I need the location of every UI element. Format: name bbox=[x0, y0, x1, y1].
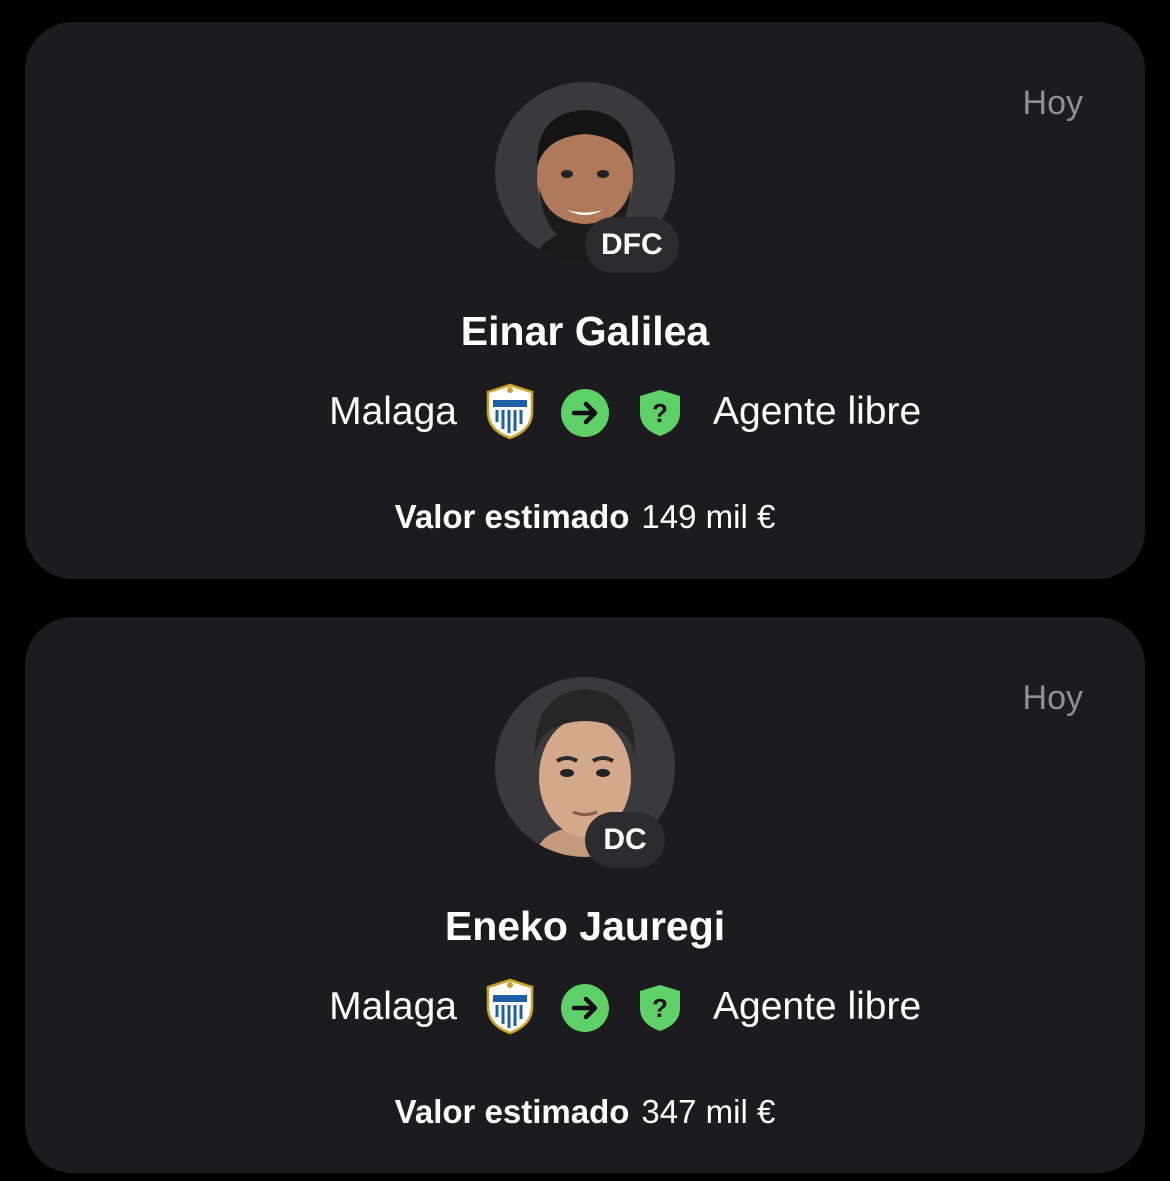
player-name[interactable]: Einar Galilea bbox=[25, 308, 1145, 355]
malaga-crest-icon[interactable] bbox=[483, 382, 537, 440]
to-team-name[interactable]: Agente libre bbox=[713, 390, 921, 434]
from-team-name[interactable]: Malaga bbox=[329, 985, 457, 1029]
value-label: Valor estimado bbox=[394, 498, 630, 535]
arrow-right-circle-icon bbox=[561, 984, 609, 1032]
estimated-value: Valor estimado 347 mil € bbox=[25, 1093, 1145, 1131]
unknown-shield-icon[interactable]: ? bbox=[637, 983, 683, 1033]
from-team-name[interactable]: Malaga bbox=[329, 390, 457, 434]
unknown-shield-icon[interactable]: ? bbox=[637, 388, 683, 438]
to-team-name[interactable]: Agente libre bbox=[713, 985, 921, 1029]
transfer-date: Hoy bbox=[1022, 679, 1083, 717]
transfer-route: Malaga ? Agente libre bbox=[25, 977, 1145, 1037]
transfer-date: Hoy bbox=[1022, 84, 1083, 122]
value-amount: 149 mil € bbox=[641, 498, 776, 535]
position-badge: DFC bbox=[585, 217, 679, 273]
arrow-right-circle-icon bbox=[561, 389, 609, 437]
transfer-card[interactable]: Hoy DC Eneko Jauregi Malaga ? Agente lib… bbox=[25, 617, 1145, 1173]
transfer-route: Malaga ? Agente libre bbox=[25, 382, 1145, 442]
value-amount: 347 mil € bbox=[641, 1093, 776, 1130]
position-badge: DC bbox=[585, 812, 665, 868]
shield-symbol: ? bbox=[652, 398, 668, 428]
estimated-value: Valor estimado 149 mil € bbox=[25, 498, 1145, 536]
transfer-card[interactable]: Hoy DFC Einar Galilea Malaga ? Agente li… bbox=[25, 22, 1145, 579]
shield-symbol: ? bbox=[652, 993, 668, 1023]
malaga-crest-icon[interactable] bbox=[483, 977, 537, 1035]
value-label: Valor estimado bbox=[394, 1093, 630, 1130]
transfer-feed: Hoy DFC Einar Galilea Malaga ? Agente li… bbox=[0, 0, 1170, 1181]
player-name[interactable]: Eneko Jauregi bbox=[25, 903, 1145, 950]
